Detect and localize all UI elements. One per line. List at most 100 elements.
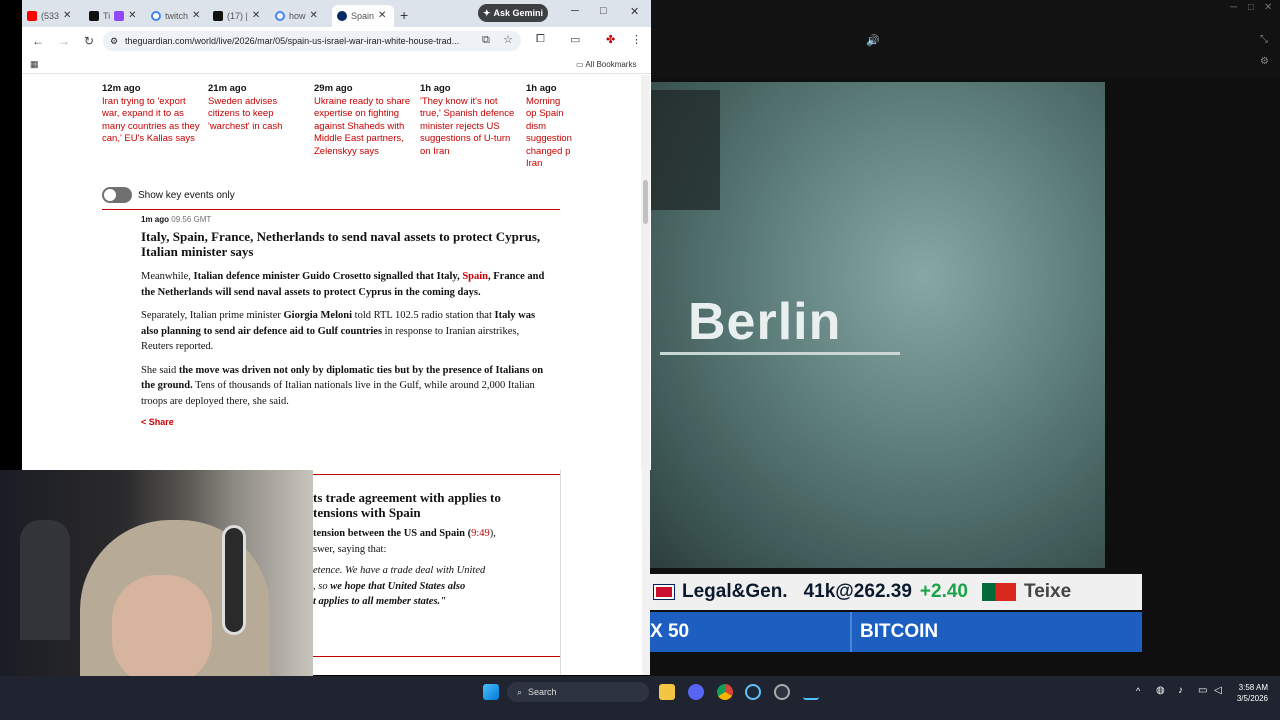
app-icon[interactable] [803, 684, 819, 700]
reload-icon[interactable]: ↻ [84, 34, 94, 48]
tab-guardian[interactable]: Spain ✕ [332, 4, 394, 27]
scrollbar[interactable] [641, 75, 650, 675]
file-explorer-icon[interactable] [659, 684, 675, 700]
volume-icon[interactable]: ◁ [1214, 685, 1222, 696]
toggle-label: Show key events only [138, 189, 235, 201]
lower-paragraph: tension between the US and Spain (9:49),… [313, 528, 496, 555]
stream-toolbar: 🔊 ⤡ ⚙ [650, 30, 1280, 78]
speaker-icon[interactable]: 🔊 [866, 34, 880, 47]
steam-icon[interactable] [745, 684, 761, 700]
tab-bar: (533 ✕ Ti ✕ twitch ✕ (17) | ✕ how ✕ Spain ✕ + [22, 0, 651, 27]
forward-icon[interactable]: → [58, 34, 70, 48]
video-shadow [650, 90, 720, 210]
tab-twitch-search[interactable]: twitch ✕ [146, 5, 208, 27]
tab-youtube[interactable]: (533 ✕ [22, 5, 84, 27]
guardian-icon [337, 10, 347, 21]
all-bookmarks[interactable]: ▭ All Bookmarks [576, 60, 636, 69]
scrollbar-thumb[interactable] [643, 180, 648, 224]
lower-headline: ts trade agreement with applies to tensio… [313, 490, 501, 520]
share-icon: < [141, 417, 147, 427]
close-icon[interactable]: ✕ [128, 10, 136, 21]
close-icon[interactable]: ✕ [192, 10, 200, 21]
headset [222, 525, 246, 635]
taskbar-clock[interactable]: 3:58 AM 3/5/2026 [1237, 682, 1268, 704]
background-figure [20, 520, 70, 640]
key-events-toggle[interactable] [102, 187, 132, 203]
sparkle-icon: ✦ [482, 7, 491, 18]
minimize-icon[interactable]: ─ [1230, 2, 1237, 13]
stream-titlebar: ─ □ ✕ [650, 0, 1280, 30]
menu-icon[interactable]: ⋮ [631, 33, 642, 46]
collapse-icon[interactable]: ⤡ [1260, 34, 1268, 45]
search-icon: ⌕ [517, 686, 523, 697]
tab-tiktok[interactable]: Ti ✕ [84, 5, 146, 27]
close-icon[interactable]: ✕ [310, 10, 318, 21]
google-icon [275, 10, 285, 21]
portugal-flag-icon [982, 583, 1016, 601]
index-label: X 50 [650, 621, 690, 642]
profile-icon[interactable]: ✤ [606, 33, 615, 46]
post-paragraph: Separately, Italian prime minister Giorg… [141, 310, 536, 352]
post-divider [102, 209, 560, 210]
maximize-icon[interactable]: □ [600, 5, 607, 17]
ticker-name: Legal&Gen. [682, 581, 788, 602]
tab-how-search[interactable]: how ✕ [270, 5, 332, 27]
extensions-icon[interactable]: ⧠ [536, 33, 545, 46]
back-icon[interactable]: ← [32, 34, 44, 48]
stock-ticker: Legal&Gen. 41k@262.39 +2.40 Teixe [650, 574, 1142, 610]
close-icon[interactable]: ✕ [1264, 2, 1272, 13]
site-info-icon[interactable]: ⚙ [110, 36, 118, 47]
youtube-icon [27, 10, 37, 21]
discord-icon[interactable] [688, 684, 704, 700]
key-events-toggle-row: Show key events only [102, 187, 235, 203]
post-divider [313, 656, 560, 657]
tab-x[interactable]: (17) | ✕ [208, 5, 270, 27]
close-icon[interactable]: ✕ [378, 10, 386, 21]
address-bar[interactable]: ⚙ theguardian.com/world/live/2026/mar/05… [103, 31, 521, 51]
gear-icon[interactable]: ⚙ [1260, 56, 1269, 67]
bookmarks-bar: ▦ ▭ All Bookmarks [22, 56, 651, 74]
ticker-divider [850, 612, 852, 652]
maximize-icon[interactable]: □ [1248, 2, 1254, 13]
chrome-icon[interactable] [717, 684, 733, 700]
apps-grid-icon[interactable]: ▦ [30, 59, 39, 70]
twitch-icon [114, 10, 125, 21]
cast-icon[interactable]: ▭ [570, 33, 580, 46]
post-paragraph: Meanwhile, Italian defence minister Guid… [141, 271, 545, 298]
obs-icon[interactable] [774, 684, 790, 700]
ask-gemini-button[interactable]: ✦ Ask Gemini [478, 4, 548, 22]
install-icon[interactable]: ⧉ [482, 34, 490, 47]
page-content: 12m ago Iran trying to 'export war, expan… [22, 75, 642, 470]
google-icon [151, 10, 161, 21]
index-ticker: X 50 BITCOIN [650, 612, 1142, 652]
key-event[interactable]: 12m ago Iran trying to 'export war, expan… [102, 83, 202, 146]
tray-chevron-icon[interactable]: ^ [1136, 686, 1140, 696]
key-event[interactable]: 1h ago 'They know it's not true,' Spanish… [420, 83, 520, 158]
close-icon[interactable]: ✕ [630, 5, 639, 18]
key-event[interactable]: 1h ago Morning op Spain dism suggestion c… [526, 83, 572, 171]
bookmark-star-icon[interactable]: ☆ [503, 33, 513, 46]
microphone-icon[interactable]: ♪ [1178, 685, 1183, 696]
share-button[interactable]: < Share [141, 417, 553, 427]
post-paragraph: She said the move was driven not only by… [141, 364, 544, 407]
video-city-caption: Berlin [688, 293, 842, 351]
post-timestamp: 1m ago 09.56 GMT [141, 215, 212, 224]
minimize-icon[interactable]: ─ [571, 5, 579, 17]
post-headline: Italy, Spain, France, Netherlands to sen… [141, 229, 541, 259]
spain-link[interactable]: Spain [462, 271, 488, 282]
close-icon[interactable]: ✕ [63, 10, 71, 21]
lower-post: ts trade agreement with applies to tensio… [313, 490, 563, 610]
close-icon[interactable]: ✕ [252, 10, 260, 21]
bitcoin-label: BITCOIN [860, 621, 939, 642]
time-link[interactable]: 9:49 [471, 528, 490, 539]
new-tab-button[interactable]: + [400, 7, 408, 23]
key-event[interactable]: 21m ago Sweden advises citizens to keep '… [208, 83, 308, 133]
network-icon[interactable]: ◍ [1156, 685, 1165, 696]
windows-start-icon[interactable] [483, 684, 499, 700]
folder-icon: ▭ [576, 60, 584, 69]
post-divider [313, 474, 560, 475]
key-event[interactable]: 29m ago Ukraine ready to share expertise … [314, 83, 414, 158]
caption-underline [660, 352, 900, 355]
display-icon[interactable]: ▭ [1198, 685, 1207, 696]
taskbar-search[interactable]: ⌕ Search [507, 682, 649, 702]
